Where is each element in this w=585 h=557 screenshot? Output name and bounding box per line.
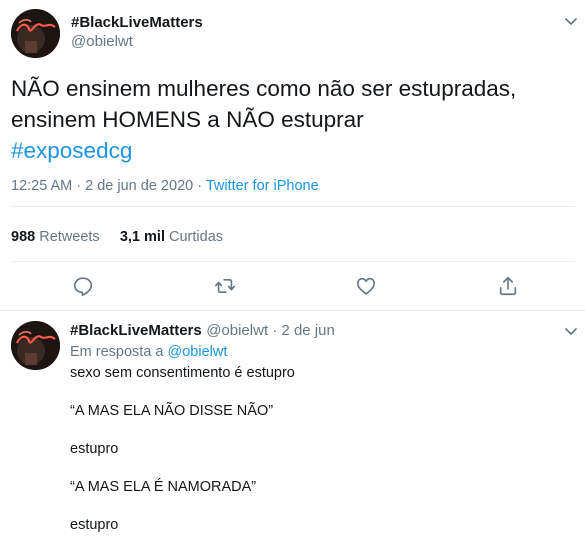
retweet-icon[interactable]	[214, 275, 236, 297]
reply-text-line: “A MAS ELA É NAMORADA”	[70, 479, 257, 495]
source-link[interactable]: Twitter for iPhone	[206, 178, 319, 194]
display-name[interactable]: #BlackLiveMatters	[71, 14, 203, 31]
reply-icon[interactable]	[72, 275, 94, 297]
in-reply-handle-link[interactable]: @obielwt	[168, 344, 228, 360]
likes-count: 3,1 mil	[119, 229, 165, 245]
reply-display-name[interactable]: #BlackLiveMatters	[70, 322, 202, 339]
likes-stat[interactable]: 3,1 mil Curtidas	[120, 229, 223, 245]
reply-text-line: “A MAS ELA NÃO DISSE NÃO”	[70, 403, 274, 419]
hashtag-link[interactable]: #exposedcg	[11, 135, 132, 166]
divider	[11, 261, 575, 262]
in-reply-prefix: Em resposta a	[70, 344, 168, 360]
avatar-image	[11, 9, 60, 58]
tweet-text-line-1: NÃO ensinem mulheres como não ser estupr…	[11, 76, 517, 101]
reply-text-line: estupro	[70, 517, 119, 533]
like-icon[interactable]	[355, 275, 377, 297]
in-reply-to: Em resposta a @obielwt	[70, 344, 227, 360]
chevron-down-icon[interactable]	[563, 323, 579, 339]
tweet-meta: 12:25 AM · 2 de jun de 2020 · Twitter fo…	[11, 178, 319, 194]
likes-label: Curtidas	[169, 229, 224, 245]
reply-header: #BlackLiveMatters @obielwt · 2 de jun	[70, 322, 335, 340]
divider	[0, 310, 585, 311]
divider	[11, 206, 575, 207]
user-handle[interactable]: @obielwt	[71, 33, 133, 50]
avatar-image	[11, 321, 60, 370]
reply-text-line: sexo sem consentimento é estupro	[70, 365, 295, 381]
tweet-stats: 988 Retweets 3,1 mil Curtidas	[11, 229, 223, 245]
retweets-stat[interactable]: 988 Retweets	[11, 229, 100, 245]
reply-text-line: estupro	[70, 441, 119, 457]
retweets-count: 988	[11, 229, 36, 245]
reply-avatar[interactable]	[11, 321, 60, 370]
avatar[interactable]	[11, 9, 60, 58]
retweets-label: Retweets	[39, 229, 100, 245]
chevron-down-icon[interactable]	[563, 13, 579, 29]
timestamp[interactable]: 12:25 AM · 2 de jun de 2020 ·	[11, 178, 206, 194]
reply-handle-date[interactable]: @obielwt · 2 de jun	[206, 322, 335, 339]
tweet-text-line-2: ensinem HOMENS a NÃO estuprar	[11, 107, 364, 132]
share-icon[interactable]	[497, 275, 519, 297]
